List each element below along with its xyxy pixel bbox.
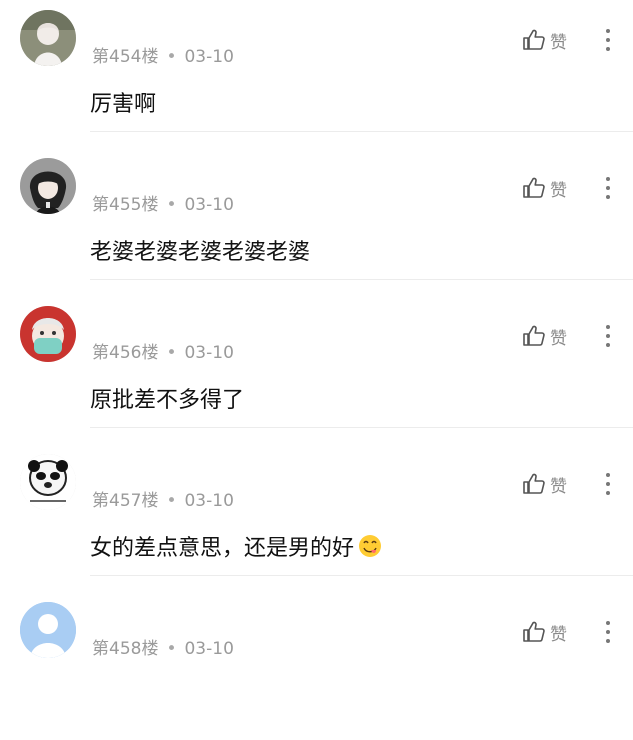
comment-body: 老婆老婆老婆老婆老婆 (90, 240, 311, 265)
comment-text: 老婆老婆老婆老婆老婆 (90, 234, 310, 266)
separator-dot: • (166, 639, 177, 659)
vertical-dots-icon (606, 621, 610, 643)
separator-dot: • (166, 47, 177, 67)
avatar[interactable] (20, 306, 76, 362)
more-options-button[interactable] (598, 470, 618, 498)
separator-dot: • (166, 343, 177, 363)
vertical-dots-icon (606, 177, 610, 199)
like-label: 赞 (550, 328, 567, 349)
comment-body: 厉害啊 (90, 92, 157, 117)
comment-text: 女的差点意思，还是男的好 (90, 530, 382, 562)
comment-item: 第456楼 • 03-10 赞 原批差不多得了 (0, 296, 633, 444)
avatar[interactable] (20, 454, 76, 510)
divider (90, 279, 633, 280)
like-label: 赞 (550, 476, 567, 497)
vertical-dots-icon (606, 473, 610, 495)
comment-date: 03-10 (184, 195, 234, 215)
like-label: 赞 (550, 624, 567, 645)
comment-item: 第455楼 • 03-10 赞 老婆老婆老婆老婆老婆 (0, 148, 633, 296)
separator-dot: • (166, 491, 177, 511)
floor-number: 第457楼 (92, 491, 159, 511)
avatar[interactable] (20, 10, 76, 66)
comment-meta: 第455楼 • 03-10 (92, 190, 234, 215)
floor-number: 第458楼 (92, 639, 159, 659)
floor-number: 第455楼 (92, 195, 159, 215)
divider (90, 427, 633, 428)
like-button[interactable]: 赞 (522, 174, 567, 202)
avatar[interactable] (20, 602, 76, 658)
more-options-button[interactable] (598, 618, 618, 646)
comment-item: 第458楼 • 03-10 赞 (0, 592, 633, 740)
thumbs-up-icon (523, 621, 545, 642)
floor-number: 第456楼 (92, 343, 159, 363)
like-button[interactable]: 赞 (522, 322, 567, 350)
comment-meta: 第458楼 • 03-10 (92, 634, 234, 659)
thumbs-up-icon (523, 473, 545, 494)
thumbs-up-icon (523, 177, 545, 198)
divider (90, 575, 633, 576)
comment-body: 女的差点意思，还是男的好 (90, 536, 355, 561)
comment-item: 第454楼 • 03-10 赞 厉害啊 (0, 0, 633, 148)
comment-text: 厉害啊 (90, 86, 156, 118)
comment-item: 第457楼 • 03-10 赞 女的差点意思，还是男的好 (0, 444, 633, 592)
more-options-button[interactable] (598, 174, 618, 202)
separator-dot: • (166, 195, 177, 215)
comment-text: 原批差不多得了 (90, 382, 244, 414)
comment-date: 03-10 (184, 491, 234, 511)
comment-meta: 第456楼 • 03-10 (92, 338, 234, 363)
comment-date: 03-10 (184, 639, 234, 659)
more-options-button[interactable] (598, 322, 618, 350)
avatar[interactable] (20, 158, 76, 214)
divider (90, 131, 633, 132)
like-label: 赞 (550, 32, 567, 53)
thumbs-up-icon (523, 29, 545, 50)
thumbs-up-icon (523, 325, 545, 346)
comment-meta: 第457楼 • 03-10 (92, 486, 234, 511)
comment-body: 原批差不多得了 (90, 388, 245, 413)
vertical-dots-icon (606, 29, 610, 51)
yum-face-emoji-icon (359, 535, 382, 557)
like-button[interactable]: 赞 (522, 26, 567, 54)
comment-meta: 第454楼 • 03-10 (92, 42, 234, 67)
comment-date: 03-10 (184, 343, 234, 363)
like-label: 赞 (550, 180, 567, 201)
like-button[interactable]: 赞 (522, 618, 567, 646)
comment-screen: { "like_label": "赞", "comments": [ {"flo… (0, 0, 633, 659)
vertical-dots-icon (606, 325, 610, 347)
like-button[interactable]: 赞 (522, 470, 567, 498)
comment-date: 03-10 (184, 47, 234, 67)
floor-number: 第454楼 (92, 47, 159, 67)
more-options-button[interactable] (598, 26, 618, 54)
